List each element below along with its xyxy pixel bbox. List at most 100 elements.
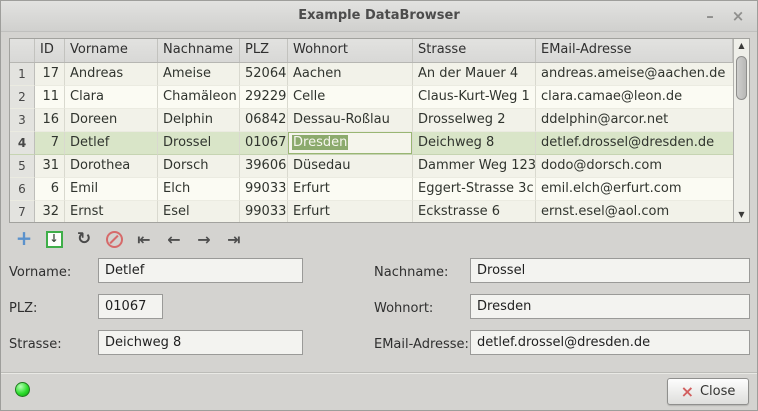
plz-label: PLZ:	[9, 301, 37, 316]
selected-text: Dresden	[292, 135, 348, 150]
vorname-label: Vorname:	[9, 265, 71, 280]
cell-strasse[interactable]: An der Mauer 4	[413, 63, 536, 86]
data-table: ID Vorname Nachname PLZ Wohnort Strasse …	[9, 38, 750, 223]
table-row[interactable]: 3 16 Doreen Delphin 06842 Dessau-Roßlau …	[10, 109, 733, 132]
refresh-button[interactable]: ↻	[69, 226, 99, 252]
plz-field[interactable]	[98, 294, 163, 319]
cell-nachname[interactable]: Dorsch	[158, 155, 240, 178]
cell-email[interactable]: andreas.ameise@aachen.de	[536, 63, 733, 86]
add-record-button[interactable]: +	[9, 226, 39, 252]
cell-nachname[interactable]: Delphin	[158, 109, 240, 132]
cell-plz[interactable]: 01067	[240, 132, 288, 155]
cell-strasse[interactable]: Claus-Kurt-Weg 1	[413, 86, 536, 109]
window-title: Example DataBrowser	[1, 1, 757, 31]
cell-nachname[interactable]: Esel	[158, 201, 240, 222]
first-record-button[interactable]: ⇤	[129, 226, 159, 252]
close-button[interactable]: × Close	[667, 378, 749, 405]
cell-strasse[interactable]: Deichweg 8	[413, 132, 536, 155]
cell-strasse[interactable]: Drosselweg 2	[413, 109, 536, 132]
table-row[interactable]: 1 17 Andreas Ameise 52064 Aachen An der …	[10, 63, 733, 86]
last-record-button[interactable]: ⇥	[219, 226, 249, 252]
cell-email[interactable]: dodo@dorsch.com	[536, 155, 733, 178]
window-close-icon[interactable]: ×	[725, 1, 751, 31]
cell-vorname[interactable]: Andreas	[65, 63, 158, 86]
cell-email[interactable]: emil.elch@erfurt.com	[536, 178, 733, 201]
cancel-edit-button[interactable]	[99, 226, 129, 252]
title-bar[interactable]: Example DataBrowser – ×	[1, 1, 757, 32]
cell-wohnort[interactable]: Dessau-Roßlau	[288, 109, 413, 132]
scroll-up-icon[interactable]: ▲	[734, 39, 749, 53]
cell-plz[interactable]: 99033	[240, 201, 288, 222]
previous-record-button[interactable]: ←	[159, 226, 189, 252]
cell-email[interactable]: clara.camae@leon.de	[536, 86, 733, 109]
header-gutter	[10, 39, 35, 62]
first-record-icon: ⇤	[137, 230, 150, 249]
cell-vorname[interactable]: Emil	[65, 178, 158, 201]
cell-plz[interactable]: 99033	[240, 178, 288, 201]
cell-wohnort[interactable]: Celle	[288, 86, 413, 109]
cell-wohnort[interactable]: Aachen	[288, 63, 413, 86]
table-row[interactable]: 5 31 Dorothea Dorsch 39606 Düsedau Damme…	[10, 155, 733, 178]
next-record-icon: →	[197, 230, 210, 249]
header-vorname[interactable]: Vorname	[65, 39, 158, 62]
row-number: 6	[10, 178, 35, 201]
cancel-icon	[106, 231, 123, 248]
wohnort-field[interactable]	[470, 294, 750, 319]
cell-nachname[interactable]: Ameise	[158, 63, 240, 86]
scrollbar-thumb[interactable]	[736, 56, 747, 100]
cell-id[interactable]: 31	[35, 155, 65, 178]
last-record-icon: ⇥	[227, 230, 240, 249]
cell-id[interactable]: 17	[35, 63, 65, 86]
header-email[interactable]: EMail-Adresse	[536, 39, 733, 62]
cell-email[interactable]: ddelphin@arcor.net	[536, 109, 733, 132]
table-row[interactable]: 7 32 Ernst Esel 99033 Erfurt Eckstrasse …	[10, 201, 733, 222]
cell-vorname[interactable]: Doreen	[65, 109, 158, 132]
cell-vorname[interactable]: Ernst	[65, 201, 158, 222]
next-record-button[interactable]: →	[189, 226, 219, 252]
cell-nachname[interactable]: Drossel	[158, 132, 240, 155]
table-grid: ID Vorname Nachname PLZ Wohnort Strasse …	[10, 39, 733, 222]
strasse-field[interactable]	[98, 330, 303, 355]
cell-vorname[interactable]: Dorothea	[65, 155, 158, 178]
header-strasse[interactable]: Strasse	[413, 39, 536, 62]
cell-email[interactable]: detlef.drossel@dresden.de	[536, 132, 733, 155]
cell-plz[interactable]: 39606	[240, 155, 288, 178]
vertical-scrollbar[interactable]: ▲ ▼	[733, 39, 749, 222]
close-button-label: Close	[700, 384, 735, 399]
table-row[interactable]: 2 11 Clara Chamäleon 29229 Celle Claus-K…	[10, 86, 733, 109]
cell-nachname[interactable]: Elch	[158, 178, 240, 201]
header-nachname[interactable]: Nachname	[158, 39, 240, 62]
email-field[interactable]	[470, 330, 750, 355]
cell-wohnort[interactable]: Erfurt	[288, 178, 413, 201]
cell-plz[interactable]: 06842	[240, 109, 288, 132]
cell-plz[interactable]: 29229	[240, 86, 288, 109]
save-record-button[interactable]: ↓	[39, 226, 69, 252]
cell-id[interactable]: 7	[35, 132, 65, 155]
cell-strasse[interactable]: Eggert-Strasse 3c	[413, 178, 536, 201]
table-row-selected[interactable]: 4 7 Detlef Drossel 01067 Dresden Deichwe…	[10, 132, 733, 155]
nachname-field[interactable]	[470, 258, 750, 283]
cell-id[interactable]: 32	[35, 201, 65, 222]
vorname-field[interactable]	[98, 258, 303, 283]
cell-strasse[interactable]: Dammer Weg 123	[413, 155, 536, 178]
cell-vorname[interactable]: Detlef	[65, 132, 158, 155]
header-wohnort[interactable]: Wohnort	[288, 39, 413, 62]
cell-id[interactable]: 16	[35, 109, 65, 132]
cell-vorname[interactable]: Clara	[65, 86, 158, 109]
minimize-icon[interactable]: –	[697, 1, 723, 31]
header-id[interactable]: ID	[35, 39, 65, 62]
scroll-down-icon[interactable]: ▼	[734, 208, 749, 222]
cell-id[interactable]: 11	[35, 86, 65, 109]
email-label: EMail-Adresse:	[374, 337, 469, 352]
header-plz[interactable]: PLZ	[240, 39, 288, 62]
cell-id[interactable]: 6	[35, 178, 65, 201]
cell-strasse[interactable]: Eckstrasse 6	[413, 201, 536, 222]
cell-wohnort[interactable]: Düsedau	[288, 155, 413, 178]
cell-plz[interactable]: 52064	[240, 63, 288, 86]
cell-wohnort-active[interactable]: Dresden	[288, 132, 413, 155]
cell-nachname[interactable]: Chamäleon	[158, 86, 240, 109]
close-x-icon: ×	[681, 384, 694, 400]
table-row[interactable]: 6 6 Emil Elch 99033 Erfurt Eggert-Strass…	[10, 178, 733, 201]
cell-email[interactable]: ernst.esel@aol.com	[536, 201, 733, 222]
cell-wohnort[interactable]: Erfurt	[288, 201, 413, 222]
